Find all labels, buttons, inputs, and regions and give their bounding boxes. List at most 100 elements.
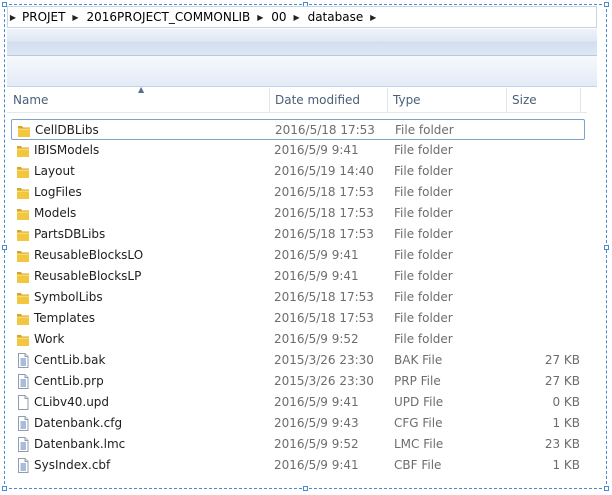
file-size: [491, 266, 580, 287]
file-date-modified: 2016/5/18 17:53: [274, 311, 374, 325]
file-name: Datenbank.lmc: [34, 437, 126, 451]
file-date-modified: 2016/5/18 17:53: [275, 123, 375, 137]
file-row[interactable]: SymbolLibs 2016/5/18 17:53 File folder: [11, 287, 585, 308]
file-type: File folder: [394, 185, 453, 199]
address-bar[interactable]: ▶ PROJET ▶ 2016PROJECT_COMMONLIB ▶ 00 ▶ databa…: [7, 6, 597, 28]
file-name: CellDBLibs: [35, 123, 99, 137]
folder-icon: [16, 185, 30, 200]
breadcrumb-item[interactable]: 00 ▶: [267, 7, 303, 27]
file-row[interactable]: Templates 2016/5/18 17:53 File folder: [11, 308, 585, 329]
resize-handle[interactable]: [303, 486, 308, 491]
resize-handle[interactable]: [2, 245, 7, 250]
file-type: BAK File: [394, 353, 443, 367]
file-row[interactable]: PartsDBLibs 2016/5/18 17:53 File folder: [11, 224, 585, 245]
file-date-modified: 2016/5/9 9:41: [274, 458, 359, 472]
file-type: File folder: [394, 311, 453, 325]
folder-icon: [16, 248, 30, 263]
chevron-right-icon[interactable]: ▶: [253, 13, 267, 22]
chevron-right-icon[interactable]: ▶: [8, 13, 18, 22]
breadcrumb-item[interactable]: PROJET ▶: [18, 7, 82, 27]
file-lines-icon: [16, 437, 30, 452]
file-date-modified: 2016/5/9 9:52: [274, 332, 359, 346]
chevron-right-icon[interactable]: ▶: [68, 13, 82, 22]
file-date-modified: 2016/5/18 17:53: [274, 290, 374, 304]
resize-handle[interactable]: [2, 486, 7, 491]
file-blank-icon: [16, 395, 30, 410]
file-row[interactable]: Models 2016/5/18 17:53 File folder: [11, 203, 585, 224]
file-name: CentLib.prp: [34, 374, 104, 388]
breadcrumb: PROJET ▶ 2016PROJECT_COMMONLIB ▶ 00 ▶ database…: [18, 7, 380, 27]
file-type: File folder: [394, 227, 453, 241]
file-name: LogFiles: [34, 185, 82, 199]
file-name: Work: [34, 332, 65, 346]
column-header-date[interactable]: Date modified: [269, 88, 387, 112]
breadcrumb-label: database: [307, 10, 364, 24]
file-row[interactable]: LogFiles 2016/5/18 17:53 File folder: [11, 182, 585, 203]
file-type: File folder: [394, 164, 453, 178]
resize-handle[interactable]: [604, 2, 609, 7]
file-row[interactable]: CentLib.bak 2015/3/26 23:30 BAK File 27 KB: [11, 350, 585, 371]
file-name: ReusableBlocksLO: [34, 248, 144, 262]
resize-handle[interactable]: [604, 245, 609, 250]
file-name: IBISModels: [34, 143, 100, 157]
file-row[interactable]: Datenbank.cfg 2016/5/9 9:43 CFG File 1 KB: [11, 413, 585, 434]
folder-icon: [16, 227, 30, 242]
file-size: 1 KB: [552, 458, 580, 472]
file-date-modified: 2016/5/9 9:41: [274, 269, 359, 283]
file-size: [491, 308, 580, 329]
file-lines-icon: [16, 353, 30, 368]
file-row[interactable]: ReusableBlocksLO 2016/5/9 9:41 File folder: [11, 245, 585, 266]
file-size: [492, 120, 581, 141]
file-date-modified: 2016/5/9 9:52: [274, 437, 359, 451]
folder-icon: [17, 123, 31, 138]
scrollbar[interactable]: [588, 88, 597, 486]
file-type: File folder: [394, 206, 453, 220]
file-row[interactable]: IBISModels 2016/5/9 9:41 File folder: [11, 140, 585, 161]
file-date-modified: 2015/3/26 23:30: [274, 353, 374, 367]
file-type: File folder: [394, 290, 453, 304]
file-row[interactable]: Work 2016/5/9 9:52 File folder: [11, 329, 585, 350]
folder-icon: [16, 332, 30, 347]
folder-icon: [16, 269, 30, 284]
resize-handle[interactable]: [604, 486, 609, 491]
column-header-type[interactable]: Type: [387, 88, 506, 112]
breadcrumb-item[interactable]: 2016PROJECT_COMMONLIB ▶: [82, 7, 267, 27]
file-date-modified: 2016/5/9 9:41: [274, 143, 359, 157]
breadcrumb-label: 00: [271, 10, 287, 24]
file-size: [491, 329, 580, 350]
file-size: 27 KB: [544, 374, 580, 388]
file-name: SysIndex.cbf: [34, 458, 111, 472]
folder-icon: [16, 311, 30, 326]
file-type: LMC File: [394, 437, 444, 451]
file-row[interactable]: CentLib.prp 2015/3/26 23:30 PRP File 27 KB: [11, 371, 585, 392]
file-size: [491, 140, 580, 161]
file-row[interactable]: SysIndex.cbf 2016/5/9 9:41 CBF File 1 KB: [11, 455, 585, 476]
file-size: [491, 161, 580, 182]
file-size: 23 KB: [544, 437, 580, 451]
column-header-name[interactable]: Name: [7, 88, 269, 112]
file-type: CBF File: [394, 458, 442, 472]
file-type: File folder: [395, 123, 454, 137]
file-type: CFG File: [394, 416, 443, 430]
file-type: UPD File: [394, 395, 444, 409]
file-date-modified: 2016/5/9 9:43: [274, 416, 359, 430]
file-type: PRP File: [394, 374, 441, 388]
file-row[interactable]: Datenbank.lmc 2016/5/9 9:52 LMC File 23 KB: [11, 434, 585, 455]
folder-icon: [16, 206, 30, 221]
file-row[interactable]: Layout 2016/5/19 14:40 File folder: [11, 161, 585, 182]
file-name: PartsDBLibs: [34, 227, 106, 241]
file-name: Models: [34, 206, 77, 220]
file-row[interactable]: CellDBLibs 2016/5/18 17:53 File folder: [11, 119, 585, 140]
file-row[interactable]: ReusableBlocksLP 2016/5/9 9:41 File folder: [11, 266, 585, 287]
folder-icon: [16, 164, 30, 179]
file-name: Layout: [34, 164, 75, 178]
chevron-right-icon[interactable]: ▶: [366, 13, 380, 22]
file-size: [491, 287, 580, 308]
column-divider[interactable]: [580, 88, 581, 112]
file-row[interactable]: CLibv40.upd 2016/5/9 9:41 UPD File 0 KB: [11, 392, 585, 413]
breadcrumb-item[interactable]: database ▶: [304, 7, 381, 27]
chevron-right-icon[interactable]: ▶: [290, 13, 304, 22]
file-size: [491, 245, 580, 266]
file-size: 0 KB: [552, 395, 580, 409]
column-header-size[interactable]: Size: [506, 88, 580, 112]
